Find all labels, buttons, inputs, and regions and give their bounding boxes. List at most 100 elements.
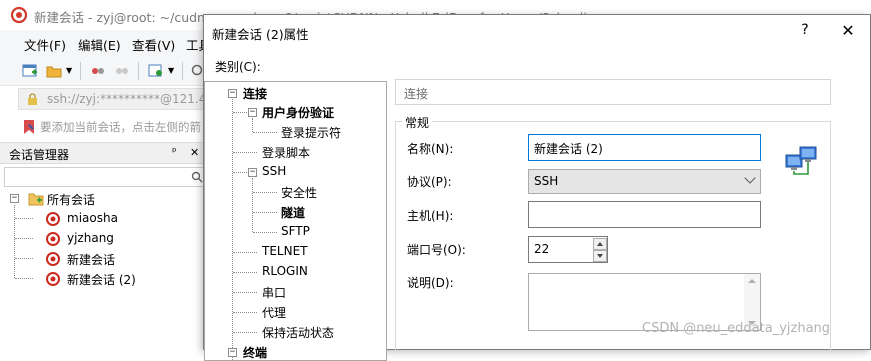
tree-line xyxy=(233,172,247,173)
description-label: 说明(D): xyxy=(407,276,454,290)
tree-item-serial[interactable]: 串口 xyxy=(262,284,286,302)
menu-bar: 文件(F) 编辑(E) 查看(V) 工具 xyxy=(0,30,211,56)
tree-item-terminal[interactable]: 终端 xyxy=(243,344,267,360)
port-stepper[interactable]: 22 xyxy=(528,236,608,263)
toolbar-separator xyxy=(138,62,139,80)
session-properties-dialog: 新建会话 (2)属性 ? ✕ 类别(C): − 连接 − 用户身份验证 登录提示… xyxy=(203,14,871,361)
collapse-icon[interactable]: − xyxy=(228,348,237,357)
tree-line xyxy=(14,205,15,278)
chevron-down-icon xyxy=(744,172,756,184)
close-icon[interactable]: ✕ xyxy=(190,146,199,159)
network-computers-icon xyxy=(785,146,817,175)
tree-line xyxy=(232,99,233,360)
tree-label: 新建会话 xyxy=(67,253,116,267)
port-value: 22 xyxy=(534,242,550,256)
tree-line xyxy=(233,272,257,273)
collapse-icon[interactable]: − xyxy=(228,89,237,98)
chevron-down-icon[interactable]: ▼ xyxy=(66,66,72,75)
name-value: 新建会话 (2) xyxy=(534,142,603,156)
arrow-up-icon xyxy=(597,242,603,246)
tree-item-login-prompt[interactable]: 登录提示符 xyxy=(281,124,341,142)
section-header-text: 连接 xyxy=(404,87,429,101)
tree-item-telnet[interactable]: TELNET xyxy=(262,244,308,262)
tree-item-tunnel[interactable]: 隧道 xyxy=(281,204,305,222)
scroll-up-icon[interactable] xyxy=(748,279,756,283)
properties-icon[interactable] xyxy=(148,64,164,78)
session-manager-title: 会话管理器 xyxy=(9,148,70,162)
toolbar: ▼ ▼ xyxy=(0,56,210,86)
arrow-down-icon xyxy=(597,254,603,258)
tree-line xyxy=(15,218,33,219)
protocol-select[interactable]: SSH xyxy=(528,169,761,194)
session-icon xyxy=(46,232,60,246)
tree-line xyxy=(15,278,33,279)
tree-label: miaosha xyxy=(67,211,118,225)
tree-line xyxy=(253,192,277,193)
tree-item-rlogin[interactable]: RLOGIN xyxy=(262,264,308,282)
section-header: 连接 xyxy=(395,79,831,105)
stepper-up-button[interactable] xyxy=(593,238,607,250)
open-folder-icon[interactable] xyxy=(46,64,62,78)
tip-text: 要添加当前会话，点击左侧的箭 xyxy=(40,120,201,134)
session-icon xyxy=(46,252,60,266)
tree-line xyxy=(233,252,257,253)
new-session-icon[interactable] xyxy=(22,64,38,78)
tree-item-ssh[interactable]: SSH xyxy=(262,164,286,182)
bookmark-icon[interactable] xyxy=(22,119,36,135)
watermark: CSDN @neu_eddata_yjzhang xyxy=(642,321,831,336)
address-bar[interactable]: ssh://zyj:**********@121.46.1 xyxy=(18,88,225,110)
folder-icon xyxy=(28,193,44,206)
connect-icon[interactable] xyxy=(90,64,106,78)
menu-file[interactable]: 文件(F) xyxy=(24,35,66,54)
stepper-down-button[interactable] xyxy=(593,250,607,262)
host-field[interactable] xyxy=(528,201,761,228)
collapse-icon[interactable]: − xyxy=(10,194,19,203)
tree-item-proxy[interactable]: 代理 xyxy=(262,304,286,322)
toolbar-separator xyxy=(182,62,183,80)
menu-view[interactable]: 查看(V) xyxy=(132,35,175,54)
tree-line xyxy=(253,232,277,233)
tree-item-connection[interactable]: 连接 xyxy=(243,85,267,103)
tree-line xyxy=(253,132,277,133)
category-label: 类别(C): xyxy=(215,60,261,74)
tree-item-login-script[interactable]: 登录脚本 xyxy=(262,144,310,162)
tree-line xyxy=(233,292,257,293)
menu-edit[interactable]: 编辑(E) xyxy=(78,35,121,54)
tree-label: yjzhang xyxy=(67,231,114,245)
general-group-title: 常规 xyxy=(402,114,433,131)
tree-label: 新建会话 (2) xyxy=(67,273,136,287)
session-search-input[interactable] xyxy=(4,167,210,187)
tree-line xyxy=(233,152,257,153)
tree-line xyxy=(252,118,253,132)
toolbar-separator xyxy=(80,62,81,80)
name-field[interactable]: 新建会话 (2) xyxy=(528,134,761,161)
dialog-title: 新建会话 (2)属性 xyxy=(212,27,309,42)
collapse-icon[interactable]: − xyxy=(248,108,257,117)
search-icon[interactable] xyxy=(191,171,203,183)
tree-item-sftp[interactable]: SFTP xyxy=(281,224,310,242)
tree-line xyxy=(233,312,257,313)
chevron-down-icon[interactable]: ▼ xyxy=(168,66,174,75)
tree-label: 所有会话 xyxy=(47,193,96,207)
help-button[interactable]: ? xyxy=(795,22,815,42)
category-tree: − 连接 − 用户身份验证 登录提示符 登录脚本 − SSH 安全性 隧道 SF… xyxy=(204,81,387,361)
port-label: 端口号(O): xyxy=(407,243,466,257)
tree-item-security[interactable]: 安全性 xyxy=(281,184,317,202)
tree-line xyxy=(233,112,247,113)
lock-icon xyxy=(28,93,37,105)
pin-icon[interactable]: ᵖ xyxy=(172,145,177,158)
disconnect-icon[interactable] xyxy=(114,64,130,78)
session-icon xyxy=(46,272,60,286)
protocol-value: SSH xyxy=(534,174,559,188)
session-icon xyxy=(46,212,60,226)
tree-line xyxy=(233,332,257,333)
address-text: ssh://zyj:**********@121.46.1 xyxy=(47,92,226,106)
tree-item-keepalive[interactable]: 保持活动状态 xyxy=(262,324,334,342)
xshell-logo-icon xyxy=(10,6,28,24)
tree-line xyxy=(15,238,33,239)
close-button[interactable]: ✕ xyxy=(837,21,859,43)
host-label: 主机(H): xyxy=(407,209,454,223)
tip-bar: 要添加当前会话，点击左侧的箭 xyxy=(0,114,210,140)
tree-item-auth[interactable]: 用户身份验证 xyxy=(262,104,334,122)
collapse-icon[interactable]: − xyxy=(248,168,257,177)
